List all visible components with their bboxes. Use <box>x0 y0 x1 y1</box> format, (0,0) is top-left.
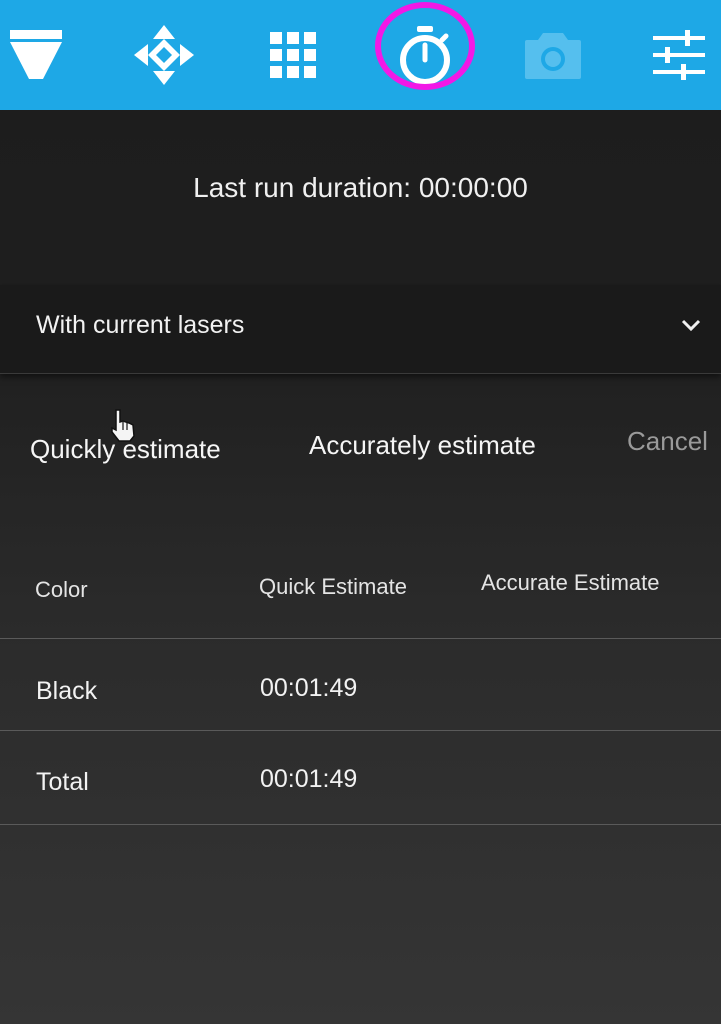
move-tool-button[interactable] <box>114 0 214 110</box>
cancel-button[interactable]: Cancel <box>627 426 708 457</box>
filter-tool-button[interactable] <box>0 0 86 110</box>
chevron-down-icon[interactable] <box>679 315 703 335</box>
estimate-time-tool-button[interactable] <box>375 0 475 110</box>
last-run-duration: Last run duration: 00:00:00 <box>193 172 528 203</box>
accurate-estimate-button[interactable]: Accurately estimate <box>309 430 536 461</box>
estimate-panel <box>0 110 721 1024</box>
table-divider <box>0 824 721 825</box>
lasers-section-header[interactable]: With current lasers <box>0 285 721 374</box>
table-row-color: Total <box>36 768 89 796</box>
sliders-icon <box>653 30 705 80</box>
hand-cursor-icon <box>111 409 135 442</box>
quick-estimate-column-header: Quick Estimate <box>259 574 407 599</box>
table-divider <box>0 638 721 639</box>
camera-icon <box>525 33 581 79</box>
settings-tool-button[interactable] <box>629 0 721 110</box>
color-column-header: Color <box>35 577 88 602</box>
funnel-icon <box>10 30 62 79</box>
grid-tool-button[interactable] <box>243 0 343 110</box>
top-toolbar <box>0 0 721 110</box>
table-divider <box>0 730 721 731</box>
table-row-quick-estimate: 00:01:49 <box>260 674 358 702</box>
camera-tool-button[interactable] <box>503 0 603 110</box>
section-title: With current lasers <box>36 311 245 339</box>
accurate-estimate-column-header: Accurate Estimate <box>481 570 660 595</box>
table-row-quick-estimate: 00:01:49 <box>260 765 358 793</box>
table-row-color: Black <box>36 677 98 705</box>
move-arrows-icon <box>134 25 194 85</box>
grid-icon <box>270 32 316 78</box>
stopwatch-icon <box>400 26 450 85</box>
